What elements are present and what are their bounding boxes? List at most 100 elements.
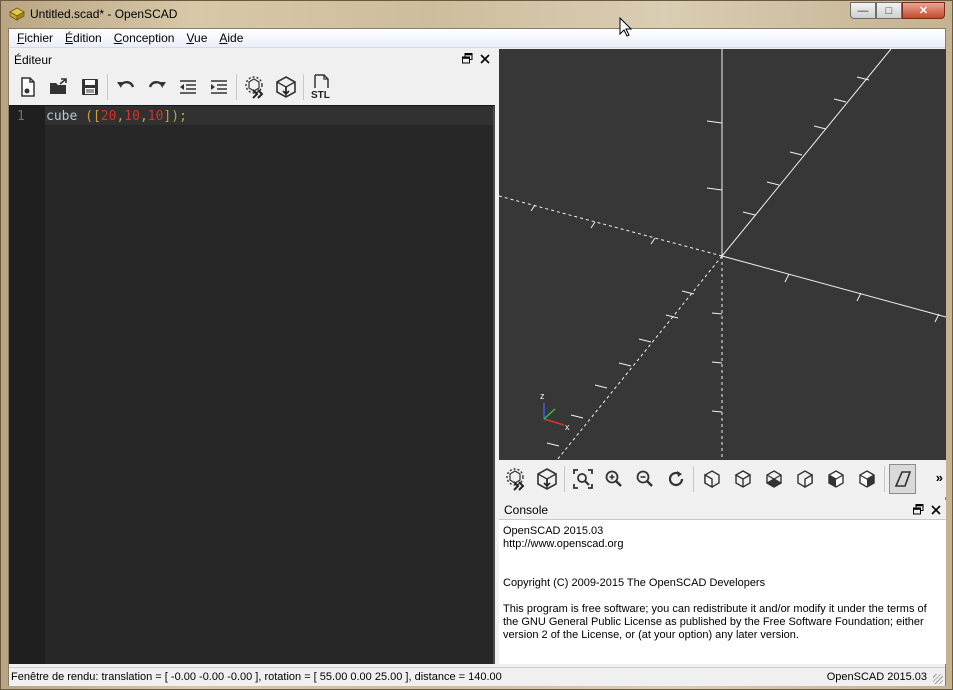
- zoom-in-icon: [605, 470, 622, 487]
- code-comma: ,: [139, 109, 148, 124]
- view-left-button[interactable]: [791, 464, 818, 494]
- float-dock-button[interactable]: [912, 503, 924, 516]
- menu-vue-label: ue: [194, 31, 208, 45]
- view-back-button[interactable]: [853, 464, 880, 494]
- new-file-icon: [20, 77, 35, 97]
- menu-conception-label: onception: [122, 31, 175, 45]
- x-axis-positive: [721, 255, 946, 318]
- console-line: http://www.openscad.org: [503, 538, 624, 550]
- app-window: Untitled.scad* - OpenSCAD — □ ✕ Fichier …: [0, 0, 953, 690]
- toolbar-separator: [884, 465, 885, 492]
- save-button[interactable]: [76, 72, 103, 102]
- console-output[interactable]: OpenSCAD 2015.03 http://www.openscad.org…: [499, 519, 946, 664]
- new-file-button[interactable]: [14, 72, 41, 102]
- menu-fichier[interactable]: Fichier: [11, 31, 59, 45]
- menu-conception[interactable]: Conception: [108, 31, 181, 45]
- float-dock-button[interactable]: [461, 52, 473, 65]
- toolbar-separator: [107, 74, 108, 100]
- unindent-icon: [179, 80, 196, 94]
- view-bottom-button[interactable]: [760, 464, 787, 494]
- y-axis-negative: [556, 255, 723, 460]
- console-line: [503, 590, 942, 603]
- version-status: OpenSCAD 2015.03: [826, 671, 927, 683]
- view-front-icon: [827, 469, 844, 488]
- render-button[interactable]: [272, 72, 299, 102]
- menu-vue[interactable]: Vue: [180, 31, 213, 45]
- minimize-button[interactable]: —: [850, 2, 876, 19]
- render-icon: [275, 76, 296, 98]
- code-number: 20: [100, 109, 117, 124]
- zoom-in-button[interactable]: [600, 464, 627, 494]
- menu-edition[interactable]: Édition: [59, 31, 108, 45]
- resize-grip-icon[interactable]: [933, 674, 943, 684]
- close-button[interactable]: ✕: [902, 2, 945, 19]
- stl-label: STL: [311, 90, 330, 100]
- title-bar[interactable]: Untitled.scad* - OpenSCAD — □ ✕: [1, 1, 952, 27]
- preview-button[interactable]: [502, 464, 529, 494]
- close-icon: ✕: [918, 5, 929, 17]
- console-line: [503, 551, 942, 564]
- preview-button[interactable]: [241, 72, 268, 102]
- code-line[interactable]: cube ([20,10,10]);: [46, 109, 187, 124]
- undo-button[interactable]: [112, 72, 139, 102]
- close-dock-button[interactable]: [930, 503, 942, 516]
- menu-edition-accel: É: [65, 31, 74, 45]
- render-button[interactable]: [533, 464, 560, 494]
- view-toolbar: »: [499, 460, 946, 497]
- menu-vue-accel: V: [186, 31, 195, 45]
- view-bottom-icon: [765, 469, 782, 488]
- code-editor[interactable]: 1 cube ([20,10,10]);: [9, 105, 495, 664]
- x-axis-negative: [499, 195, 723, 257]
- window-controls: — □ ✕: [850, 2, 945, 19]
- export-stl-button[interactable]: STL: [308, 72, 335, 102]
- menu-fichier-label: ichier: [24, 31, 54, 45]
- zoom-out-button[interactable]: [631, 464, 658, 494]
- maximize-icon: □: [885, 4, 893, 17]
- open-file-button[interactable]: [45, 72, 72, 102]
- code-paren: (: [85, 109, 93, 124]
- toolbar-separator: [564, 465, 565, 492]
- gizmo-y-axis: [543, 408, 556, 420]
- perspective-icon: [894, 470, 911, 487]
- menu-aide[interactable]: Aide: [213, 31, 249, 45]
- console-line: [503, 564, 942, 577]
- editor-title-bar[interactable]: Éditeur: [9, 49, 495, 69]
- console-title: Console: [504, 503, 549, 517]
- editor-dock: Éditeur STL 1 cube ([20,10,10]);: [9, 49, 495, 664]
- render-icon: [536, 467, 557, 490]
- editor-scroll-edge: [493, 106, 495, 664]
- code-keyword: cube: [46, 109, 78, 124]
- console-line: OpenSCAD 2015.03: [503, 525, 604, 537]
- zoom-out-icon: [636, 470, 653, 487]
- maximize-button[interactable]: □: [876, 2, 902, 19]
- console-line: Copyright (C) 2009-2015 The OpenSCAD Dev…: [503, 577, 766, 589]
- view-front-button[interactable]: [822, 464, 849, 494]
- view-top-button[interactable]: [729, 464, 756, 494]
- close-dock-button[interactable]: [479, 52, 491, 65]
- redo-button[interactable]: [143, 72, 170, 102]
- indent-icon: [210, 80, 227, 94]
- view-back-icon: [858, 469, 875, 488]
- console-dock: Console OpenSCAD 2015.03 http://www.open…: [499, 500, 946, 664]
- indent-button[interactable]: [205, 72, 232, 102]
- console-title-bar[interactable]: Console: [499, 500, 946, 519]
- export-stl-icon: STL: [311, 74, 330, 100]
- view-all-icon: [572, 468, 593, 489]
- z-axis-ticks: [706, 120, 723, 413]
- view-right-button[interactable]: [698, 464, 725, 494]
- client-area: Fichier Édition Conception Vue Aide Édit…: [8, 28, 946, 686]
- perspective-button[interactable]: [889, 463, 916, 494]
- open-file-icon: [49, 78, 67, 94]
- viewport-status: Fenêtre de rendu: translation = [ -0.00 …: [11, 671, 502, 683]
- axis-orientation-gizmo: z x: [540, 391, 570, 432]
- preview-icon: [244, 76, 263, 99]
- more-tools-chevron-icon[interactable]: »: [936, 470, 943, 485]
- editor-title: Éditeur: [14, 53, 53, 67]
- view-all-button[interactable]: [569, 464, 596, 494]
- reset-view-button[interactable]: [662, 464, 689, 494]
- close-icon: [480, 53, 490, 64]
- toolbar-separator: [303, 74, 304, 100]
- unindent-button[interactable]: [174, 72, 201, 102]
- render-viewport[interactable]: z x: [499, 49, 946, 460]
